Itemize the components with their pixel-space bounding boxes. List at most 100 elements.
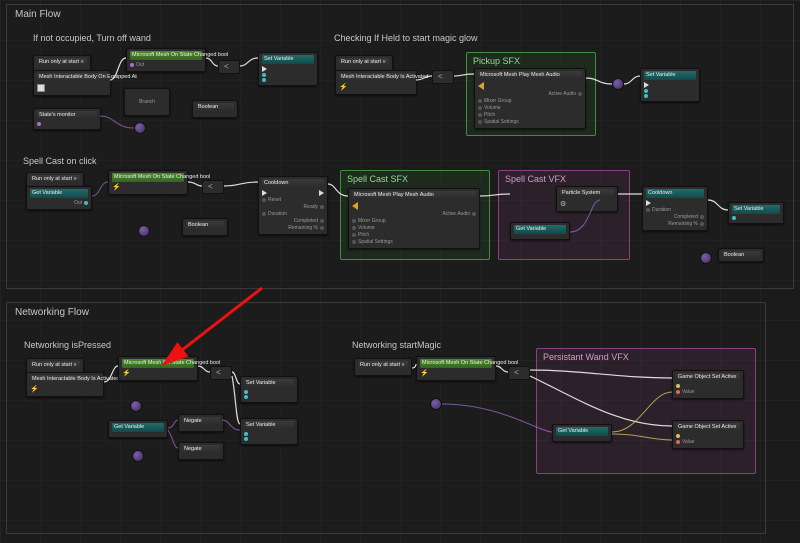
node-title: Boolean bbox=[196, 103, 234, 112]
node-split-m[interactable]: < bbox=[508, 366, 530, 380]
comment-spell-cast: Spell Cast on click bbox=[23, 156, 97, 166]
bolt-icon: ⚡ bbox=[339, 84, 348, 91]
node-on-state-change-a[interactable]: Microsoft Mesh On State Changed bool Out bbox=[126, 48, 206, 72]
node-title: Microsoft Mesh Play Mesh Audio bbox=[478, 71, 582, 80]
node-negate-1[interactable]: Negate bbox=[178, 414, 224, 432]
node-title: Run only at start » bbox=[358, 361, 408, 370]
reroute-node-c1[interactable] bbox=[138, 225, 150, 237]
comment-net-ispressed: Networking isPressed bbox=[24, 340, 111, 350]
group-persist-vfx[interactable]: Persistant Wand VFX bbox=[536, 348, 756, 474]
bolt-icon: ⚡ bbox=[112, 184, 121, 191]
node-title: Run only at start » bbox=[30, 175, 80, 184]
node-title: Negate bbox=[182, 417, 220, 426]
node-is-activated-n[interactable]: Mesh Interactable Body Is Activated ⚡ bbox=[26, 372, 104, 397]
node-is-activated-b[interactable]: Mesh Interactable Body Is Activated ⚡ bbox=[335, 70, 417, 95]
node-title: Get Variable bbox=[112, 423, 164, 432]
node-split-c[interactable]: < bbox=[202, 180, 224, 194]
comment-net-startmagic: Networking startMagic bbox=[352, 340, 441, 350]
node-title: Boolean bbox=[186, 221, 224, 230]
node-state-monitor[interactable]: State's monitor bbox=[33, 108, 101, 130]
node-title: Run only at start » bbox=[339, 58, 389, 67]
node-title: Cooldown bbox=[646, 189, 704, 198]
node-title: Run only at start » bbox=[30, 361, 80, 370]
node-set-variable-end[interactable]: Set Variable bbox=[728, 202, 784, 224]
node-title: Boolean bbox=[722, 251, 760, 260]
node-cooldown-1[interactable]: Cooldown Reset Ready Duration Completed … bbox=[258, 176, 328, 235]
node-title: Set Variable bbox=[244, 379, 294, 388]
node-cooldown-2[interactable]: Cooldown Duration Completed Remaining % bbox=[642, 186, 708, 231]
node-title: Run only at start » bbox=[37, 58, 87, 67]
node-boolean-a[interactable]: Boolean bbox=[192, 100, 238, 118]
node-branch-small-a[interactable]: Branch bbox=[124, 88, 170, 116]
node-title: Mesh Interactable Body Is Activated bbox=[30, 375, 100, 384]
node-play-audio-pickup[interactable]: Microsoft Mesh Play Mesh Audio Active Au… bbox=[474, 68, 586, 129]
node-title: Negate bbox=[182, 445, 220, 454]
node-title: Cooldown bbox=[262, 179, 324, 188]
group-title: Persistant Wand VFX bbox=[543, 352, 629, 362]
bolt-icon: ⚡ bbox=[30, 386, 39, 393]
reroute-node-n1[interactable] bbox=[130, 400, 142, 412]
bolt-icon: ⚡ bbox=[420, 370, 429, 377]
node-set-variable-n1[interactable]: Set Variable bbox=[240, 376, 298, 403]
node-title: Mesh Interactable Body Is Activated bbox=[339, 73, 413, 82]
node-get-variable-m1[interactable]: Get Variable bbox=[552, 424, 612, 442]
node-title: Set Variable bbox=[244, 421, 294, 430]
node-get-variable-vfx[interactable]: Get Variable bbox=[510, 222, 570, 240]
bolt-icon: ⚡ bbox=[122, 370, 131, 377]
node-negate-2[interactable]: Negate bbox=[178, 442, 224, 460]
node-boolean-c[interactable]: Boolean bbox=[182, 218, 228, 236]
node-boolean-end[interactable]: Boolean bbox=[718, 248, 764, 262]
node-on-equipped[interactable]: Mesh Interactable Body On Equipped At bbox=[33, 70, 111, 96]
group-title: Spell Cast SFX bbox=[347, 174, 408, 184]
node-title: State's monitor bbox=[37, 111, 97, 120]
node-title: Microsoft Mesh On State Changed bool bbox=[130, 51, 202, 60]
node-run-start-m1[interactable]: Run only at start » bbox=[354, 358, 412, 376]
speaker-icon bbox=[478, 82, 484, 90]
section-main-label: Main Flow bbox=[15, 9, 61, 20]
node-set-active-1[interactable]: Game Object Set Active Value bbox=[672, 370, 744, 399]
node-set-active-2[interactable]: Game Object Set Active Value bbox=[672, 420, 744, 449]
node-on-state-change-m[interactable]: Microsoft Mesh On State Changed bool ⚡ bbox=[416, 356, 496, 381]
group-spell-cast-vfx[interactable]: Spell Cast VFX bbox=[498, 170, 630, 260]
node-set-variable-b[interactable]: Set Variable bbox=[640, 68, 700, 102]
group-title: Pickup SFX bbox=[473, 56, 520, 66]
group-title: Spell Cast VFX bbox=[505, 174, 566, 184]
node-title: Get Variable bbox=[514, 225, 566, 234]
comment-checking-held: Checking If Held to start magic glow bbox=[334, 33, 478, 43]
section-net-label: Networking Flow bbox=[15, 307, 89, 318]
document-icon bbox=[37, 84, 45, 92]
graph-canvas[interactable]: Main Flow If not occupied, Turn off wand… bbox=[0, 0, 800, 543]
node-split-a[interactable]: < bbox=[218, 60, 240, 74]
node-title: Set Variable bbox=[732, 205, 780, 214]
comment-turn-off-wand: If not occupied, Turn off wand bbox=[33, 33, 151, 43]
node-title: Particle System bbox=[560, 189, 614, 198]
node-title: Game Object Set Active bbox=[676, 423, 740, 432]
node-get-variable-c1[interactable]: Get Variable Out bbox=[26, 186, 92, 210]
node-set-variable-n2[interactable]: Set Variable bbox=[240, 418, 298, 445]
node-title: Game Object Set Active bbox=[676, 373, 740, 382]
node-title: Get Variable bbox=[556, 427, 608, 436]
gear-icon: ⚙ bbox=[560, 200, 566, 208]
node-set-variable-a[interactable]: Set Variable bbox=[258, 52, 318, 86]
reroute-node-end[interactable] bbox=[700, 252, 712, 264]
node-title: Microsoft Mesh Play Mesh Audio bbox=[352, 191, 476, 200]
node-split-n[interactable]: < bbox=[210, 366, 232, 380]
reroute-node-b1[interactable] bbox=[612, 78, 624, 90]
node-get-variable-n1[interactable]: Get Variable bbox=[108, 420, 168, 438]
node-title: Set Variable bbox=[262, 55, 314, 64]
node-title: Set Variable bbox=[644, 71, 696, 80]
node-play-audio-cast[interactable]: Microsoft Mesh Play Mesh Audio Active Au… bbox=[348, 188, 480, 249]
node-on-state-change-c[interactable]: Microsoft Mesh On State Changed bool ⚡ bbox=[108, 170, 188, 195]
node-title: Microsoft Mesh On State Changed bool bbox=[112, 173, 184, 182]
node-title: Microsoft Mesh On State Changed bool bbox=[420, 359, 492, 368]
node-title: Microsoft Mesh On State Changed bool bbox=[122, 359, 194, 368]
reroute-node-a1[interactable] bbox=[134, 122, 146, 134]
node-split-b[interactable]: < bbox=[432, 70, 454, 84]
node-on-state-change-n[interactable]: Microsoft Mesh On State Changed bool ⚡ bbox=[118, 356, 198, 381]
node-title: Get Variable bbox=[30, 189, 88, 198]
reroute-node-m1[interactable] bbox=[430, 398, 442, 410]
reroute-node-n2[interactable] bbox=[132, 450, 144, 462]
node-particle-system[interactable]: Particle System ⚙ bbox=[556, 186, 618, 212]
node-title: Mesh Interactable Body On Equipped At bbox=[37, 73, 107, 82]
speaker-icon bbox=[352, 202, 358, 210]
